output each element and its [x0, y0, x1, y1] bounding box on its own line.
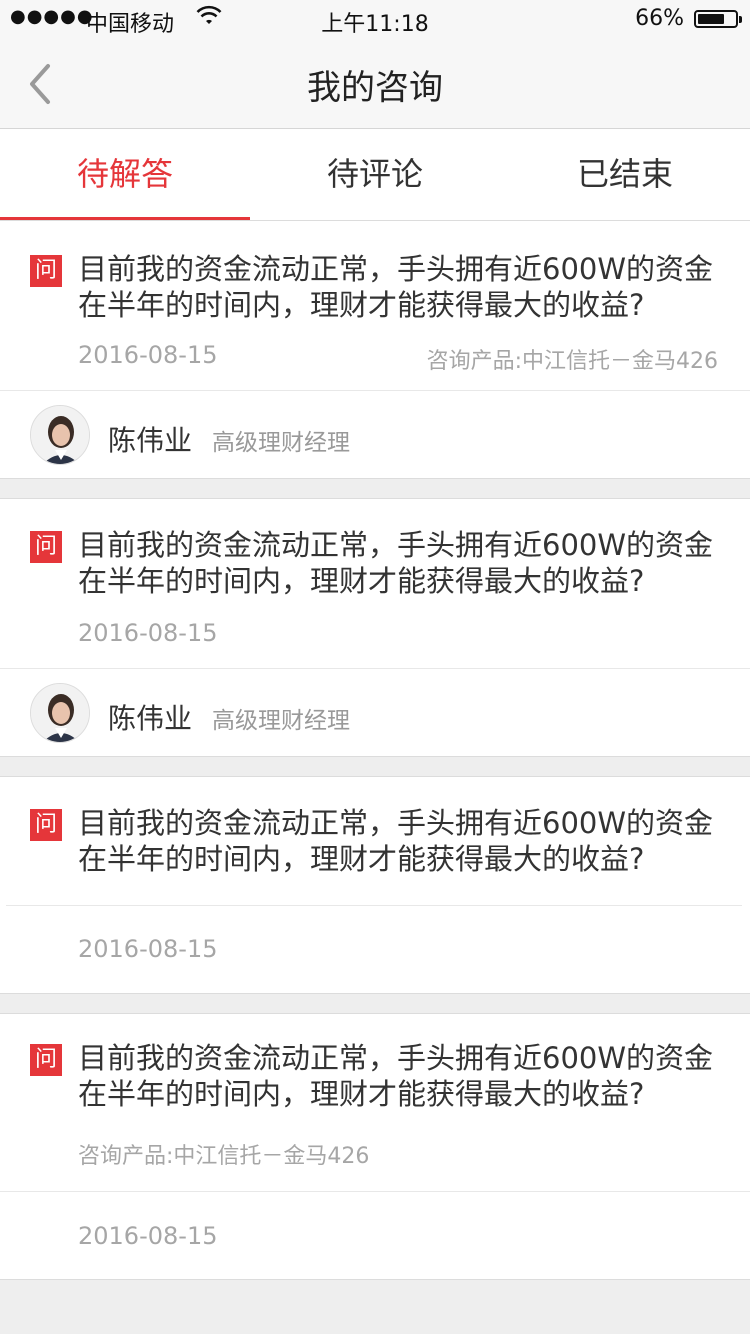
question-line: 在半年的时间内，理财才能获得最大的收益?: [78, 1077, 645, 1111]
consult-card[interactable]: 问 目前我的资金流动正常，手头拥有近600W的资金 在半年的时间内，理财才能获得…: [0, 498, 750, 757]
question-line: 目前我的资金流动正常，手头拥有近600W的资金: [78, 528, 714, 562]
date-label: 2016-08-15: [78, 1222, 218, 1250]
advisor-name: 陈伟业: [108, 424, 193, 457]
tab-pending-review[interactable]: 待评论: [250, 129, 500, 220]
question-text: 目前我的资金流动正常，手头拥有近600W的资金 在半年的时间内，理财才能获得最大…: [78, 251, 728, 323]
battery-icon: [694, 10, 742, 28]
battery-percent: 66%: [635, 6, 684, 31]
date-label: 2016-08-15: [78, 935, 218, 963]
question-text: 目前我的资金流动正常，手头拥有近600W的资金 在半年的时间内，理财才能获得最大…: [78, 805, 728, 877]
consult-card[interactable]: 问 目前我的资金流动正常，手头拥有近600W的资金 在半年的时间内，理财才能获得…: [0, 776, 750, 994]
advisor-rank: 高级理财经理: [212, 708, 350, 734]
advisor-rank: 高级理财经理: [212, 430, 350, 456]
tab-finished[interactable]: 已结束: [500, 129, 750, 220]
question-line: 在半年的时间内，理财才能获得最大的收益?: [78, 288, 645, 322]
tab-pending-answer[interactable]: 待解答: [0, 129, 250, 221]
advisor-avatar[interactable]: [30, 683, 90, 743]
question-line: 在半年的时间内，理财才能获得最大的收益?: [78, 564, 645, 598]
product-label[interactable]: 咨询产品:中江信托－金马426: [78, 1138, 369, 1170]
question-text: 目前我的资金流动正常，手头拥有近600W的资金 在半年的时间内，理财才能获得最大…: [78, 1040, 728, 1112]
divider: [0, 1191, 750, 1192]
product-label[interactable]: 咨询产品:中江信托－金马426: [427, 343, 718, 375]
advisor-name: 陈伟业: [108, 702, 193, 735]
question-line: 在半年的时间内，理财才能获得最大的收益?: [78, 842, 645, 876]
question-text: 目前我的资金流动正常，手头拥有近600W的资金 在半年的时间内，理财才能获得最大…: [78, 527, 728, 599]
divider: [0, 390, 750, 391]
nav-bar: 我的咨询: [0, 40, 750, 129]
status-bar: ●●●●● 中国移动 上午11:18 66%: [0, 0, 750, 40]
tab-bar: 待解答 待评论 已结束: [0, 129, 750, 221]
question-line: 目前我的资金流动正常，手头拥有近600W的资金: [78, 252, 714, 286]
date-label: 2016-08-15: [78, 341, 218, 369]
divider: [0, 668, 750, 669]
question-icon: 问: [30, 809, 62, 841]
question-icon: 问: [30, 255, 62, 287]
question-icon: 问: [30, 1044, 62, 1076]
date-label: 2016-08-15: [78, 619, 218, 647]
divider: [6, 905, 742, 906]
page-title: 我的咨询: [307, 68, 443, 108]
question-icon: 问: [30, 531, 62, 563]
question-line: 目前我的资金流动正常，手头拥有近600W的资金: [78, 1041, 714, 1075]
question-line: 目前我的资金流动正常，手头拥有近600W的资金: [78, 806, 714, 840]
consult-card[interactable]: 问 目前我的资金流动正常，手头拥有近600W的资金 在半年的时间内，理财才能获得…: [0, 1013, 750, 1280]
consult-card[interactable]: 问 目前我的资金流动正常，手头拥有近600W的资金 在半年的时间内，理财才能获得…: [0, 220, 750, 479]
advisor-avatar[interactable]: [30, 405, 90, 465]
